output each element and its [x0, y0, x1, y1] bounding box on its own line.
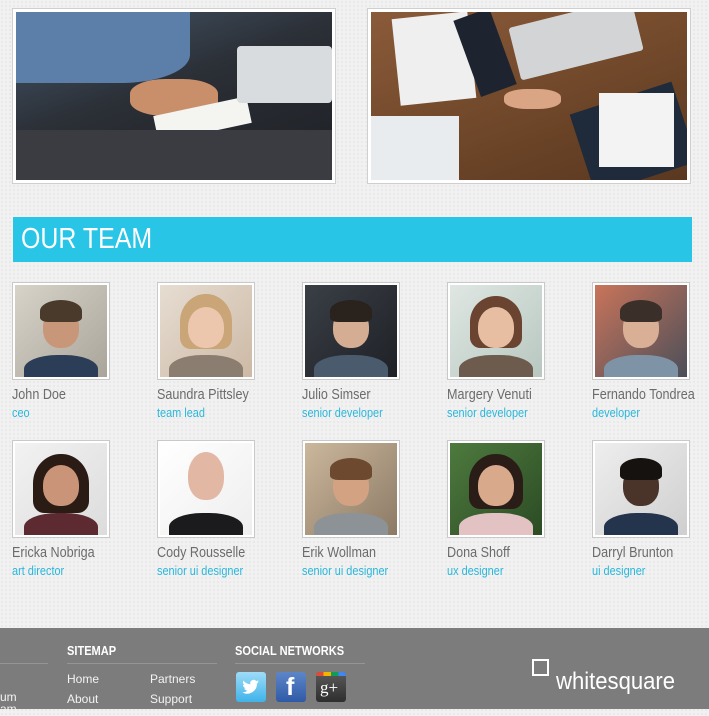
footer-divider — [0, 663, 48, 664]
google-plus-icon[interactable]: g+ — [316, 672, 346, 702]
member-name[interactable]: Dona Shoff — [447, 544, 556, 562]
avatar[interactable] — [157, 282, 255, 380]
member-role: senior ui designer — [302, 563, 389, 578]
avatar[interactable] — [302, 440, 400, 538]
sitemap-link-about[interactable]: About — [67, 692, 98, 706]
member-role: senior ui designer — [157, 563, 244, 578]
sitemap-link-support[interactable]: Support — [150, 692, 192, 706]
member-role: senior developer — [302, 405, 383, 420]
member-role: ceo — [12, 405, 30, 420]
team-member-card[interactable]: Erik Wollman senior ui designer — [302, 440, 432, 579]
member-name[interactable]: Ericka Nobriga — [12, 544, 121, 562]
facebook-glyph: f — [286, 673, 295, 701]
team-member-card[interactable]: Margery Venuti senior developer — [447, 282, 577, 421]
team-member-card[interactable]: Saundra Pittsley team lead — [157, 282, 287, 421]
footer-link-partial[interactable]: am — [0, 702, 17, 716]
sitemap-link-partners[interactable]: Partners — [150, 672, 195, 686]
office-photo-handshake — [367, 8, 691, 184]
team-member-card[interactable]: Julio Simser senior developer — [302, 282, 432, 421]
member-name[interactable]: Julio Simser — [302, 386, 411, 404]
social-heading: SOCIAL NETWORKS — [235, 643, 345, 658]
team-member-card[interactable]: Dona Shoff ux designer — [447, 440, 577, 579]
avatar[interactable] — [447, 440, 545, 538]
footer: um am SITEMAP Home About Partners Suppor… — [0, 628, 709, 716]
facebook-icon[interactable]: f — [276, 672, 306, 702]
member-name[interactable]: Margery Venuti — [447, 386, 556, 404]
google-plus-glyph: g+ — [320, 678, 339, 697]
sitemap-heading: SITEMAP — [67, 643, 117, 658]
avatar[interactable] — [12, 440, 110, 538]
member-name[interactable]: Erik Wollman — [302, 544, 411, 562]
brand-logo[interactable]: whitesquare — [556, 668, 675, 696]
avatar[interactable] — [302, 282, 400, 380]
team-member-card[interactable]: John Doe ceo — [12, 282, 142, 421]
twitter-icon[interactable] — [236, 672, 266, 702]
logo-square-icon — [532, 659, 549, 676]
member-name[interactable]: Cody Rousselle — [157, 544, 266, 562]
member-name[interactable]: Fernando Tondrea — [592, 386, 701, 404]
member-role: team lead — [157, 405, 205, 420]
member-role: developer — [592, 405, 640, 420]
avatar[interactable] — [157, 440, 255, 538]
member-role: art director — [12, 563, 65, 578]
avatar[interactable] — [447, 282, 545, 380]
office-photo-writing — [12, 8, 336, 184]
team-member-card[interactable]: Fernando Tondrea developer — [592, 282, 709, 421]
team-member-card[interactable]: Cody Rousselle senior ui designer — [157, 440, 287, 579]
team-member-card[interactable]: Darryl Brunton ui designer — [592, 440, 709, 579]
member-name[interactable]: John Doe — [12, 386, 121, 404]
avatar[interactable] — [12, 282, 110, 380]
member-name[interactable]: Saundra Pittsley — [157, 386, 266, 404]
member-role: ui designer — [592, 563, 646, 578]
member-name[interactable]: Darryl Brunton — [592, 544, 701, 562]
section-title: OUR TEAM — [21, 223, 153, 255]
footer-divider — [235, 663, 365, 664]
footer-divider — [67, 663, 217, 664]
member-role: ux designer — [447, 563, 504, 578]
team-member-card[interactable]: Ericka Nobriga art director — [12, 440, 142, 579]
member-role: senior developer — [447, 405, 528, 420]
section-header-bar: OUR TEAM — [13, 217, 692, 262]
sitemap-link-home[interactable]: Home — [67, 672, 99, 686]
avatar[interactable] — [592, 440, 690, 538]
avatar[interactable] — [592, 282, 690, 380]
